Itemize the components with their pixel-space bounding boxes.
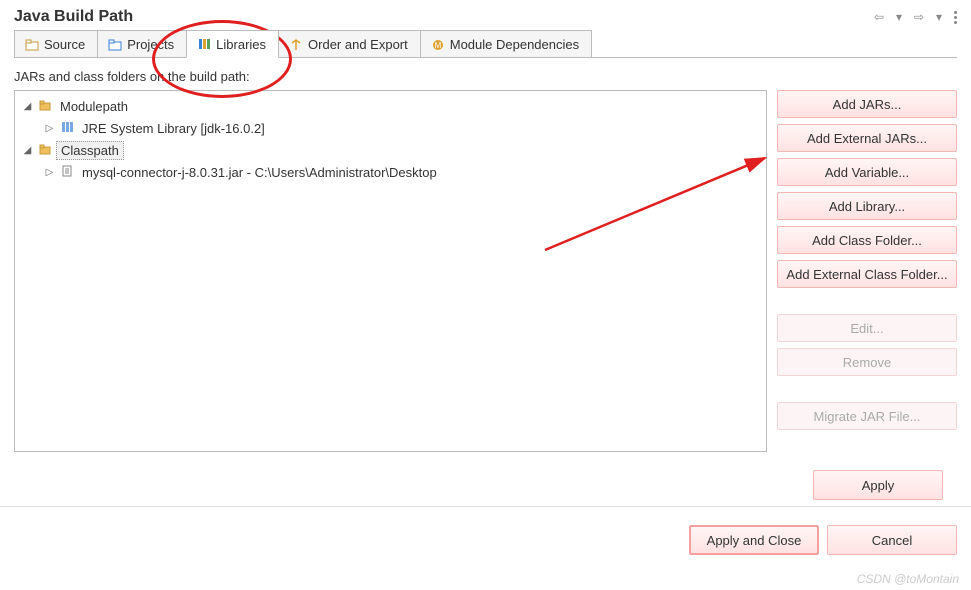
tab-label: Projects (127, 37, 174, 52)
build-path-tree[interactable]: ◢ Modulepath ▷ JRE System Library [jdk-1… (14, 90, 767, 452)
tree-label: Modulepath (56, 98, 132, 115)
back-dropdown-icon[interactable]: ▾ (892, 10, 906, 24)
migrate-jar-button: Migrate JAR File... (777, 402, 957, 430)
expand-toggle-icon[interactable]: ▷ (43, 123, 56, 134)
jar-icon (60, 164, 74, 181)
library-icon (60, 120, 74, 137)
expand-toggle-icon[interactable]: ◢ (21, 145, 34, 156)
tab-label: Source (44, 37, 85, 52)
tab-projects[interactable]: Projects (97, 30, 187, 58)
tree-node-jar[interactable]: ▷ mysql-connector-j-8.0.31.jar - C:\User… (21, 161, 760, 183)
tree-node-jre[interactable]: ▷ JRE System Library [jdk-16.0.2] (21, 117, 760, 139)
add-library-button[interactable]: Add Library... (777, 192, 957, 220)
apply-button[interactable]: Apply (813, 470, 943, 500)
forward-icon[interactable]: ⇨ (912, 10, 926, 24)
tab-label: Module Dependencies (450, 37, 579, 52)
tab-label: Order and Export (308, 37, 408, 52)
tab-label: Libraries (216, 37, 266, 52)
modulepath-icon (38, 98, 52, 115)
menu-icon[interactable] (954, 11, 957, 24)
apply-and-close-button[interactable]: Apply and Close (689, 525, 819, 555)
svg-text:M: M (434, 41, 441, 50)
tab-bar: Source Projects Libraries Order and Expo… (0, 30, 971, 58)
module-deps-icon: M (431, 38, 445, 52)
classpath-icon (38, 142, 52, 159)
cancel-button[interactable]: Cancel (827, 525, 957, 555)
expand-toggle-icon[interactable]: ◢ (21, 101, 34, 112)
tab-order-export[interactable]: Order and Export (278, 30, 421, 58)
tree-label: Classpath (56, 141, 124, 160)
watermark-text: CSDN @toMontain (857, 572, 959, 586)
tab-libraries[interactable]: Libraries (186, 30, 279, 58)
tree-label: mysql-connector-j-8.0.31.jar - C:\Users\… (78, 164, 441, 181)
tab-source[interactable]: Source (14, 30, 98, 58)
add-external-class-folder-button[interactable]: Add External Class Folder... (777, 260, 957, 288)
description-label: JARs and class folders on the build path… (14, 69, 957, 84)
order-export-icon (289, 38, 303, 52)
add-external-jars-button[interactable]: Add External JARs... (777, 124, 957, 152)
side-button-column: Add JARs... Add External JARs... Add Var… (777, 90, 957, 452)
add-variable-button[interactable]: Add Variable... (777, 158, 957, 186)
page-title: Java Build Path (14, 8, 133, 26)
add-jars-button[interactable]: Add JARs... (777, 90, 957, 118)
header-nav-icons: ⇦ ▾ ⇨ ▾ (872, 10, 957, 24)
tab-module-dependencies[interactable]: M Module Dependencies (420, 30, 592, 58)
edit-button: Edit... (777, 314, 957, 342)
back-icon[interactable]: ⇦ (872, 10, 886, 24)
tree-label: JRE System Library [jdk-16.0.2] (78, 120, 269, 137)
projects-folder-icon (108, 38, 122, 52)
source-folder-icon (25, 38, 39, 52)
tree-node-modulepath[interactable]: ◢ Modulepath (21, 95, 760, 117)
tree-node-classpath[interactable]: ◢ Classpath (21, 139, 760, 161)
remove-button: Remove (777, 348, 957, 376)
libraries-icon (197, 37, 211, 51)
forward-dropdown-icon[interactable]: ▾ (932, 10, 946, 24)
expand-toggle-icon[interactable]: ▷ (43, 167, 56, 178)
add-class-folder-button[interactable]: Add Class Folder... (777, 226, 957, 254)
